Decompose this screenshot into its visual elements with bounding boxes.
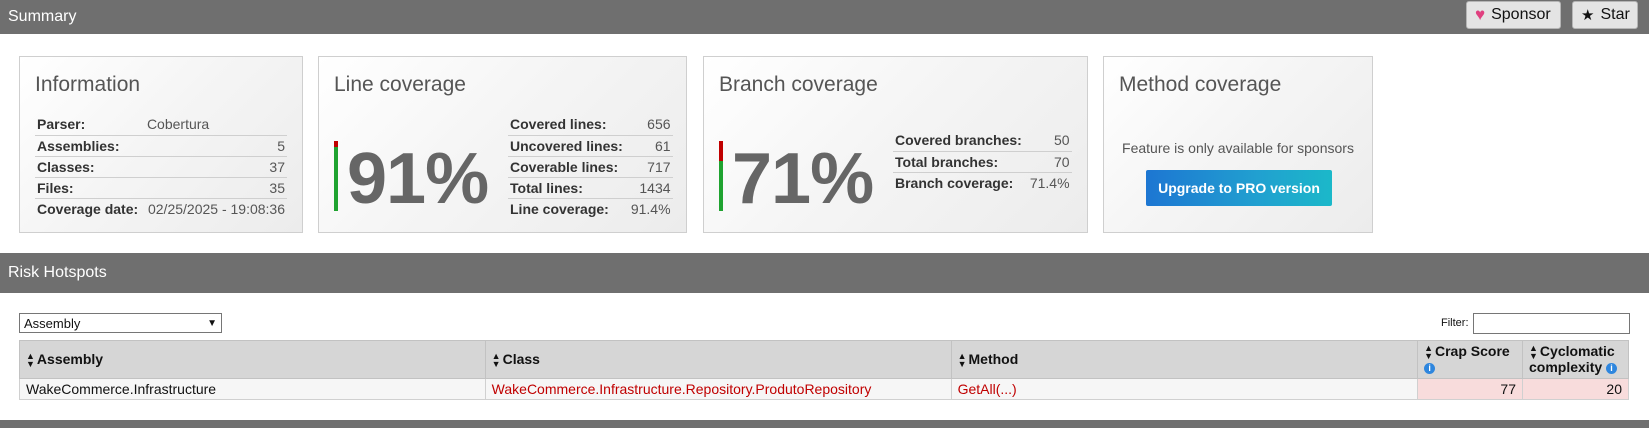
cell-assembly: WakeCommerce.Infrastructure [19,378,486,400]
upgrade-pro-button[interactable]: Upgrade to PRO version [1146,170,1332,206]
column-header-method[interactable]: ▲ ▼ Method [950,340,1419,379]
information-card: Information Parser: Cobertura Assemblies… [19,56,303,233]
filter-label: Filter: [1441,317,1469,329]
line-row: Total lines: 1434 [508,177,673,198]
info-value: 37 [269,158,285,175]
grouping-select[interactable]: Assembly ▼ [19,313,222,333]
method-link[interactable]: GetAll(...) [950,378,1419,400]
grouping-select-value: Assembly [24,315,81,331]
branch-coverage-card: Branch coverage 71% Covered branches: 50 … [703,56,1088,233]
star-button[interactable]: ★ Star [1572,1,1638,29]
sponsor-button[interactable]: ♥ Sponsor [1466,1,1561,29]
info-label: Files: [37,179,74,196]
line-coverage-title: Line coverage [334,73,466,96]
heart-icon: ♥ [1475,5,1486,24]
branch-row: Total branches: 70 [893,151,1072,172]
line-value: 1434 [639,179,671,196]
info-icon[interactable]: i [1424,362,1436,374]
column-header-cyclomatic-complexity[interactable]: ▲ ▼ Cyclomatic complexity i [1522,340,1629,379]
branch-value: 70 [1053,153,1070,170]
method-coverage-card: Method coverage Feature is only availabl… [1103,56,1373,233]
branch-label: Covered branches: [895,132,1022,149]
line-value: 656 [647,116,671,133]
footer-bar [0,420,1649,428]
summary-header: Summary ♥ Sponsor ★ Star [0,0,1649,34]
line-coverage-card: Line coverage 91% Covered lines: 656 Unco… [318,56,687,233]
column-header-class[interactable]: ▲ ▼ Class [484,340,952,379]
star-icon: ★ [1581,7,1595,24]
branch-value: 71.4% [1029,174,1070,191]
column-label: Class [502,350,540,367]
line-row: Coverable lines: 717 [508,156,673,177]
column-label: Method [968,350,1019,367]
line-label: Coverable lines: [510,158,619,175]
line-value: 91.4% [630,200,671,217]
branch-coverage-table: Covered branches: 50 Total branches: 70 Br… [893,130,1072,193]
branch-row: Branch coverage: 71.4% [893,172,1072,193]
branch-label: Total branches: [895,153,999,170]
sort-icon: ▲ ▼ [26,351,35,370]
chevron-down-icon: ▼ [207,317,217,329]
branch-coverage-percent: 71% [732,139,874,219]
line-label: Uncovered lines: [510,137,623,154]
sponsor-label: Sponsor [1491,6,1551,23]
info-label: Coverage date: [37,200,139,217]
line-label: Total lines: [510,179,583,196]
column-header-crap-score[interactable]: ▲ ▼ Crap Score i [1417,340,1523,379]
risk-hotspots-title: Risk Hotspots [8,264,107,281]
info-label: Assemblies: [37,137,120,154]
info-row-files: Files: 35 [35,177,287,198]
info-row-assemblies: Assemblies: 5 [35,135,287,156]
line-row: Line coverage: 91.4% [508,198,673,219]
column-label: Cyclomatic [1539,342,1615,359]
info-row-classes: Classes: 37 [35,156,287,177]
info-value: 02/25/2025 - 19:08:36 [147,200,285,217]
risk-hotspots-header: Risk Hotspots [0,253,1649,293]
information-title: Information [35,73,141,96]
branch-value: 50 [1053,132,1070,149]
column-label: Assembly [36,350,104,367]
filter-input[interactable] [1473,313,1630,334]
table-row: WakeCommerce.Infrastructure WakeCommerce… [19,378,1629,400]
line-label: Line coverage: [510,200,609,217]
line-row: Covered lines: 656 [508,114,673,135]
info-label: Parser: [37,116,86,133]
info-label: Classes: [37,158,95,175]
star-label: Star [1600,6,1630,23]
branch-coverage-covered-bar [719,161,723,211]
branch-row: Covered branches: 50 [893,130,1072,151]
line-value: 717 [647,158,671,175]
sort-icon: ▲ ▼ [1529,343,1538,362]
column-label: Crap Score [1435,342,1510,359]
cell-cyclomatic-complexity: 20 [1522,378,1629,400]
risk-table-header: ▲ ▼ Assembly ▲ ▼ Class ▲ ▼ Method ▲ ▼ Crap Score… [19,340,1629,379]
info-value: Cobertura [146,116,210,133]
branch-coverage-title: Branch coverage [719,73,878,96]
line-coverage-table: Covered lines: 656 Uncovered lines: 61 Cov… [508,114,673,219]
cell-crap-score: 77 [1417,378,1523,400]
info-row-parser: Parser: Cobertura [35,114,287,135]
info-value: 5 [277,137,285,154]
risk-hotspots-table: ▲ ▼ Assembly ▲ ▼ Class ▲ ▼ Method ▲ ▼ Crap Score… [19,340,1629,400]
sponsor-only-text: Feature is only available for sponsors [1122,140,1354,156]
sort-icon: ▲ ▼ [957,351,967,370]
line-value: 61 [654,137,671,154]
line-coverage-percent: 91% [347,139,489,219]
column-header-assembly[interactable]: ▲ ▼ Assembly [19,340,486,379]
column-label: complexity [1529,359,1603,376]
info-icon[interactable]: i [1606,362,1618,374]
line-row: Uncovered lines: 61 [508,135,673,156]
branch-label: Branch coverage: [895,174,1014,191]
info-row-coverage-date: Coverage date: 02/25/2025 - 19:08:36 [35,198,287,219]
class-link[interactable]: WakeCommerce.Infrastructure.Repository.P… [484,378,952,400]
sort-icon: ▲ ▼ [1424,343,1433,362]
branch-coverage-uncovered-bar [719,141,723,161]
line-label: Covered lines: [510,116,607,133]
information-table: Parser: Cobertura Assemblies: 5 Classes:… [35,114,287,219]
summary-title: Summary [8,8,77,25]
info-value: 35 [269,179,285,196]
line-coverage-covered-bar [334,147,338,211]
sort-icon: ▲ ▼ [491,351,501,370]
method-coverage-title: Method coverage [1119,73,1282,96]
